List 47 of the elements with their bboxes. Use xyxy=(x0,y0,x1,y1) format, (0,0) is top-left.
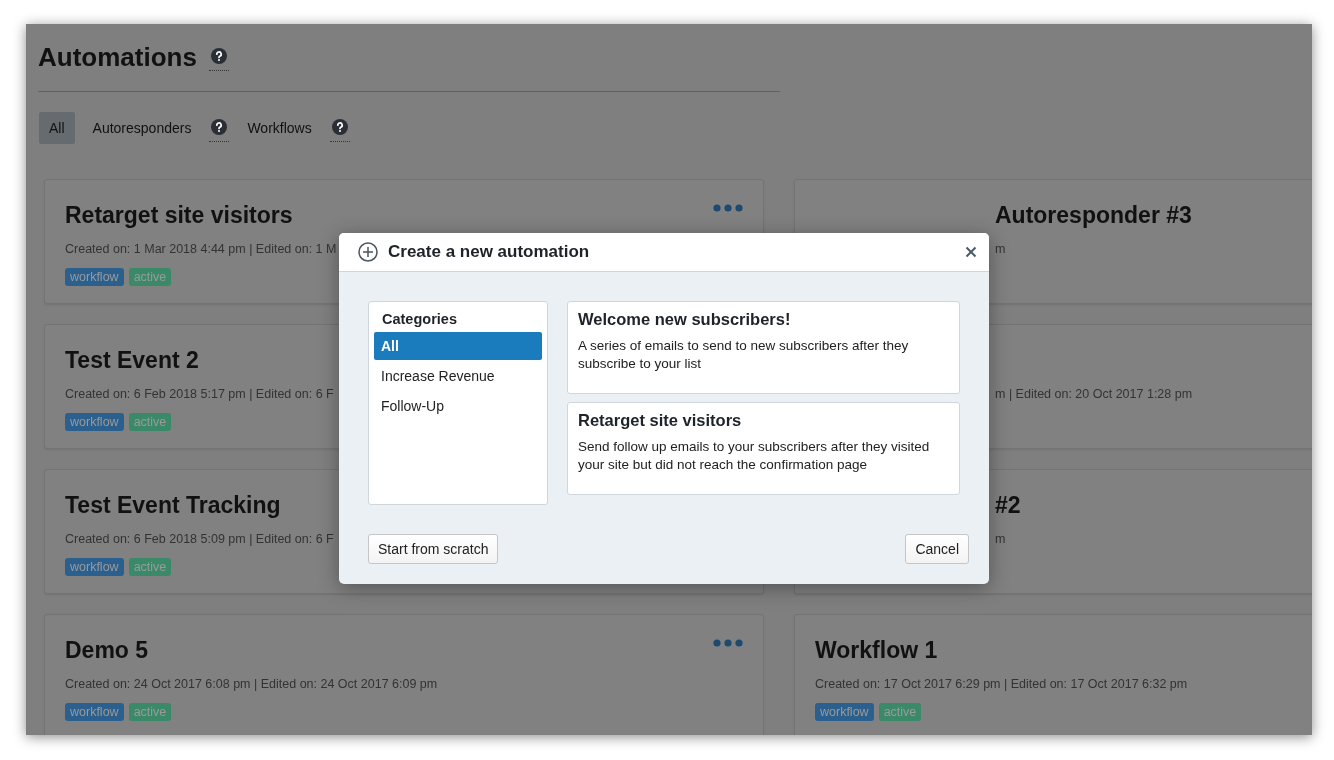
card-dates: Created on: 6 Feb 2018 5:09 pm | Edited on: 6 F xyxy=(65,532,334,546)
card-dates: Created on: 17 Oct 2017 6:29 pm | Edited on: 17 Oct 2017 6:32 pm xyxy=(815,677,1188,691)
card-title: Test Event Tracking xyxy=(65,492,281,518)
card-dates: m xyxy=(995,532,1006,546)
card-dates: Created on: 24 Oct 2017 6:08 pm | Edited on: 24 Oct 2017 6:09 pm xyxy=(65,677,438,691)
add-icon xyxy=(358,242,378,262)
tag: active xyxy=(878,703,922,721)
card-dates: Created on: 1 Mar 2018 4:44 pm | Edited on: 1 M xyxy=(65,242,337,256)
card-title: Workflow 1 xyxy=(815,637,938,663)
category-item[interactable]: Follow-Up xyxy=(374,392,542,420)
template-description: A series of emails to send to new subscribers after they subscribe to your list xyxy=(578,337,910,373)
help-icon[interactable] xyxy=(211,118,228,135)
tag: workflow xyxy=(65,558,124,576)
filter-tab[interactable]: All xyxy=(39,112,75,144)
tag: active xyxy=(128,558,172,576)
help-icon[interactable] xyxy=(210,48,227,64)
card-dates: m | Edited on: 20 Oct 2017 1:28 pm xyxy=(995,387,1193,401)
categories-heading: Categories xyxy=(381,311,458,329)
template-card[interactable]: Retarget site visitors Send follow up emails to your subscribers after they visited your site but did not reach the confirmation page xyxy=(567,402,960,495)
cancel-button[interactable]: Cancel xyxy=(905,534,969,564)
modal-title: Create a new automation xyxy=(388,242,591,262)
filter-tab[interactable]: Workflows xyxy=(237,112,322,144)
card-title: Test Event 2 xyxy=(65,347,199,373)
tag: workflow xyxy=(65,413,124,431)
tag: active xyxy=(128,703,172,721)
template-description: Send follow up emails to your subscribers after they visited your site but did not reach the confirmation page xyxy=(578,438,931,474)
tag: active xyxy=(128,268,172,286)
card-title: Demo 5 xyxy=(65,637,149,663)
card-title: #2 xyxy=(995,492,1021,518)
tag: active xyxy=(128,413,172,431)
category-item[interactable]: All xyxy=(374,332,542,360)
page-title: Automations xyxy=(38,42,197,73)
tag: workflow xyxy=(65,268,124,286)
tag: workflow xyxy=(65,703,124,721)
card-title: Autoresponder #3 xyxy=(995,202,1192,228)
help-icon[interactable] xyxy=(331,118,348,135)
filter-tab[interactable]: Autoresponders xyxy=(82,112,202,144)
tag: workflow xyxy=(815,703,874,721)
close-icon[interactable] xyxy=(963,244,979,260)
start-button[interactable]: Start from scratch xyxy=(368,534,499,564)
template-card[interactable]: Welcome new subscribers! A series of emails to send to new subscribers after they subscribe to your list xyxy=(567,301,960,394)
template-title: Welcome new subscribers! xyxy=(578,310,792,329)
category-item[interactable]: Increase Revenue xyxy=(374,362,542,390)
card-title: Retarget site visitors xyxy=(65,202,293,228)
card-dates: Created on: 6 Feb 2018 5:17 pm | Edited on: 6 F xyxy=(65,387,334,401)
template-title: Retarget site visitors xyxy=(578,411,743,430)
card-dates: m xyxy=(995,242,1006,256)
